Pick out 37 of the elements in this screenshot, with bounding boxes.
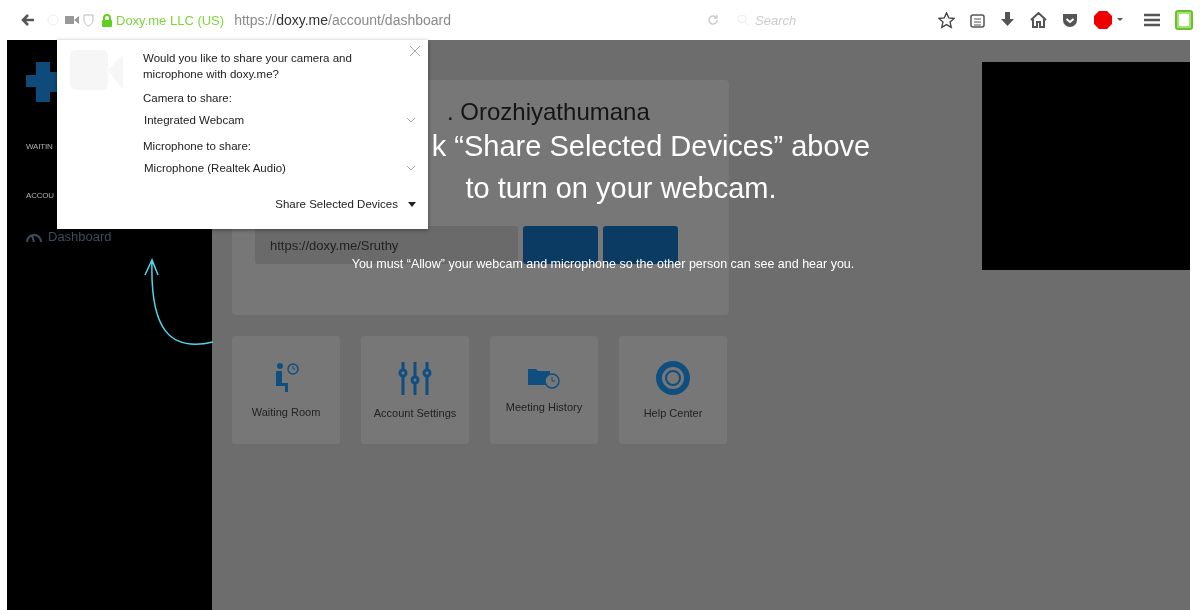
instruction-headline: k “Share Selected Devices” above [431,129,871,163]
address-bar-url[interactable]: https://doxy.me/account/dashboard [234,12,451,28]
gauge-icon [26,231,42,242]
seated-person-clock-icon [273,362,299,394]
menu-icon[interactable] [1144,13,1160,27]
dashboard-tile[interactable]: Meeting History [490,336,598,444]
logo-icon [26,62,60,102]
folder-clock-icon [528,367,560,389]
back-arrow-icon[interactable] [21,13,35,27]
caret-icon [408,201,416,207]
lock-icon [102,13,112,27]
pocket-icon[interactable] [1062,12,1078,28]
star-icon[interactable] [938,11,955,29]
welcome-title: . Orozhiyathumana [447,98,651,126]
chevron-down-icon [406,165,416,171]
sidebar-section-heading: WAITIN [26,142,54,151]
camera-icon[interactable] [65,15,79,25]
home-icon[interactable] [1030,12,1047,28]
site-identity[interactable]: Doxy.me LLC (US) [116,12,225,28]
dashboard-tile[interactable]: Account Settings [361,336,469,444]
share-devices-button[interactable]: Share Selected Devices [275,198,416,210]
lifebuoy-icon [656,361,690,395]
camera-label: Camera to share: [143,92,233,104]
stop-sign-icon[interactable] [1093,10,1123,30]
dashboard-tile[interactable]: Help Center [619,336,727,444]
reading-list-icon[interactable] [970,12,985,28]
microphone-dropdown[interactable]: Microphone (Realtek Audio) [143,162,416,174]
sidebar-item[interactable]: Dashboard [26,229,212,244]
sidebar-section-heading: ACCOU [26,191,55,200]
microphone-label: Microphone to share: [143,140,253,152]
instruction-headline: to turn on your webcam. [465,171,777,205]
sliders-icon [398,361,432,395]
camera-dropdown[interactable]: Integrated Webcam [143,114,416,126]
dashboard-tile[interactable]: Waiting Room [232,336,340,444]
permission-question: Would you like to share your camera and microphone with doxy.me? [143,51,353,82]
download-icon[interactable] [1000,12,1015,28]
chevron-down-icon [406,117,416,123]
